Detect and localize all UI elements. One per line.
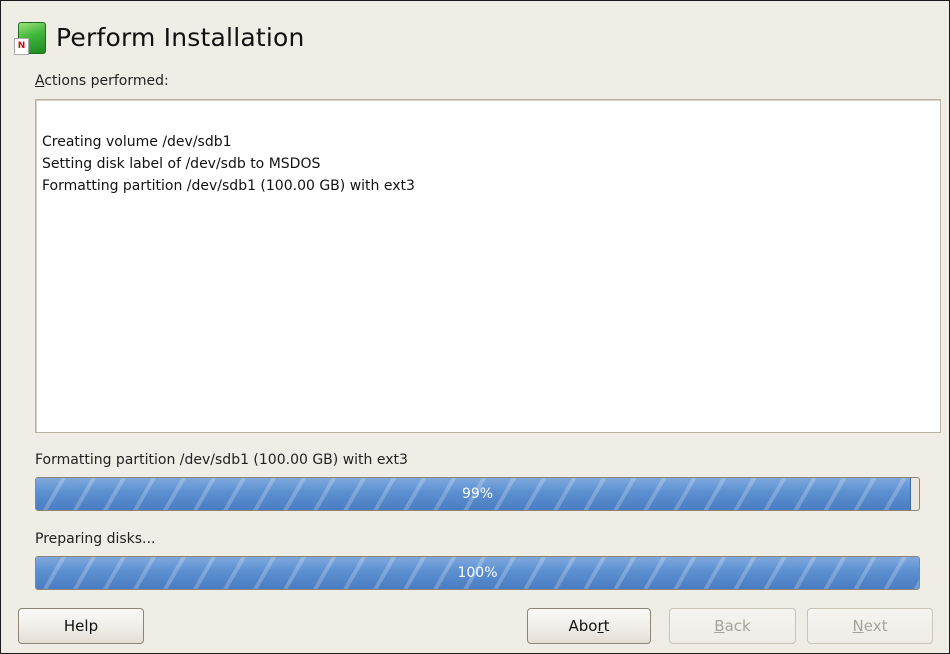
help-button-label: Help [63,617,99,635]
actions-log-list: Creating volume /dev/sdb1 Setting disk l… [42,131,415,197]
yast-app-icon: N [14,20,46,55]
next-button[interactable]: Next [807,608,933,644]
actions-label-mnemonic: A [35,73,45,89]
stage-progress-text: 100% [457,565,498,581]
log-line: Formatting partition /dev/sdb1 (100.00 G… [42,178,415,194]
abort-button[interactable]: Abort [527,608,651,644]
log-line: Creating volume /dev/sdb1 [42,134,232,150]
current-action-label: Formatting partition /dev/sdb1 (100.00 G… [35,452,408,468]
page-header: N Perform Installation [14,17,305,57]
next-button-label: Next [852,617,888,635]
back-button-label: Back [714,617,751,635]
stage-progress-bar: 100% [35,556,920,590]
actions-log-area[interactable]: Creating volume /dev/sdb1 Setting disk l… [35,99,941,433]
abort-button-label: Abort [568,617,610,635]
actions-label-text: ctions performed: [44,73,169,89]
log-line: Setting disk label of /dev/sdb to MSDOS [42,156,321,172]
actions-performed-label: Actions performed: [35,73,169,89]
current-action-progress-text: 99% [461,486,494,502]
help-button[interactable]: Help [18,608,144,644]
back-button[interactable]: Back [669,608,796,644]
current-action-progress-bar: 99% [35,477,920,511]
installer-window: N Perform Installation Actions performed… [0,0,950,654]
page-title: Perform Installation [56,22,305,52]
stage-label: Preparing disks... [35,531,156,547]
app-icon-tag: N [14,38,29,55]
